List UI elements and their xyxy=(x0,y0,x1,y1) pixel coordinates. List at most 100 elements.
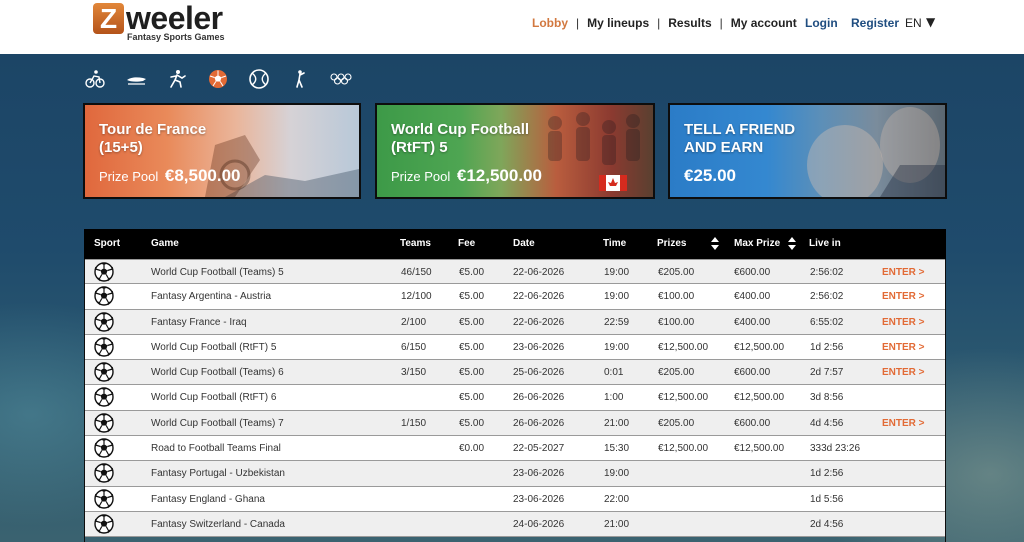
cell-date: 22-06-2026 xyxy=(513,267,565,278)
header-date[interactable]: Date xyxy=(513,229,535,259)
promo-world-cup-rtft[interactable]: World Cup Football (RtFT) 5 Prize Pool €… xyxy=(375,103,655,199)
cell-game[interactable]: Fantasy England - Ghana xyxy=(151,487,265,512)
cell-max-prize: €12,500.00 xyxy=(734,341,785,353)
prize-pool: Prize Pool €12,500.00 xyxy=(391,167,542,186)
athletics-icon[interactable] xyxy=(166,68,188,90)
enter-button[interactable]: ENTER > xyxy=(882,335,925,360)
enter-button[interactable]: ENTER > xyxy=(882,360,925,385)
cell-live-in: 1d 5:56 xyxy=(810,493,844,505)
nav-separator: | xyxy=(657,16,661,30)
nav-lobby[interactable]: Lobby xyxy=(532,15,568,31)
header-teams[interactable]: Teams xyxy=(400,229,431,259)
cell-fee: €5.00 xyxy=(459,291,485,303)
football-icon xyxy=(94,362,114,382)
cell-max-prize: €600.00 xyxy=(734,367,771,379)
nav-my-account[interactable]: My account xyxy=(731,15,797,31)
prize-pool-amount: €8,500.00 xyxy=(164,166,241,185)
tennis-icon[interactable] xyxy=(248,68,270,90)
table-row[interactable]: Road to Football Teams Final €0.00 22-05… xyxy=(84,436,946,462)
header-max-prize[interactable]: Max Prize xyxy=(734,229,780,259)
cell-teams: 1/150 xyxy=(401,417,427,429)
promo-tell-a-friend[interactable]: TELL A FRIEND AND EARN €25.00 xyxy=(668,103,947,199)
cell-date: 23-06-2026 xyxy=(513,341,565,353)
table-row[interactable]: Fantasy France - Iraq 2/100 €5.00 22-06-… xyxy=(84,309,946,335)
football-icon xyxy=(94,413,114,433)
cell-time: 21:00 xyxy=(604,518,630,530)
cell-prizes: €12,500.00 xyxy=(658,443,709,455)
table-row[interactable]: Fantasy Portugal - Uzbekistan 23-06-2026… xyxy=(84,461,946,487)
cell-game[interactable]: Fantasy France - Iraq xyxy=(151,310,247,335)
cell-live-in: 4d 4:56 xyxy=(810,417,844,429)
cell-time: 19:00 xyxy=(604,267,630,278)
header-sport[interactable]: Sport xyxy=(94,229,120,259)
football-icon[interactable] xyxy=(207,68,229,90)
cell-game[interactable]: Road to Football Teams Final xyxy=(151,436,281,461)
promo-tour-de-france[interactable]: Tour de France (15+5) Prize Pool €8,500.… xyxy=(83,103,361,199)
table-row[interactable]: World Cup Football (Teams) 6 3/150 €5.00… xyxy=(84,360,946,386)
speed-skating-icon[interactable] xyxy=(125,68,147,90)
header-game[interactable]: Game xyxy=(151,229,179,259)
prize-pool-label: Prize Pool xyxy=(99,169,159,184)
olympics-icon[interactable] xyxy=(330,68,352,90)
nav-results[interactable]: Results xyxy=(668,15,711,31)
table-row[interactable]: Fantasy Switzerland - Canada 24-06-2026 … xyxy=(84,511,946,538)
enter-button[interactable]: ENTER > xyxy=(882,260,925,285)
logo-tagline: Fantasy Sports Games xyxy=(127,32,225,42)
enter-button[interactable]: ENTER > xyxy=(882,310,925,335)
header-prizes[interactable]: Prizes xyxy=(657,229,686,259)
cell-game[interactable]: Fantasy Argentina - Austria xyxy=(151,284,271,309)
cell-date: 22-06-2026 xyxy=(513,316,565,328)
logo-mark: Z xyxy=(93,3,124,34)
sort-max-prize-icon[interactable] xyxy=(788,237,796,251)
enter-button[interactable]: ENTER > xyxy=(882,284,925,309)
football-icon xyxy=(94,337,114,357)
promo-title-line1: TELL A FRIEND xyxy=(684,121,796,138)
cell-fee: €5.00 xyxy=(459,341,485,353)
header-time[interactable]: Time xyxy=(603,229,626,259)
cell-live-in: 3d 8:56 xyxy=(810,392,844,404)
cell-fee: €5.00 xyxy=(459,267,485,278)
nav-my-lineups[interactable]: My lineups xyxy=(587,15,649,31)
cell-live-in: 1d 2:56 xyxy=(810,468,844,480)
enter-button[interactable]: ENTER > xyxy=(882,411,925,436)
table-row[interactable]: Fantasy Argentina - Austria 12/100 €5.00… xyxy=(84,284,946,310)
cell-live-in: 2d 7:57 xyxy=(810,367,844,379)
table-row[interactable]: World Cup Football (Teams) 5 46/150 €5.0… xyxy=(84,259,946,285)
nav-separator: | xyxy=(576,16,580,30)
register-link[interactable]: Register xyxy=(851,15,899,31)
cell-fee: €5.00 xyxy=(459,417,485,429)
sort-prizes-icon[interactable] xyxy=(711,237,719,251)
cell-game[interactable]: Fantasy Portugal - Uzbekistan xyxy=(151,461,285,486)
table-row[interactable]: World Cup Football (Teams) 7 1/150 €5.00… xyxy=(84,410,946,437)
cell-game[interactable]: World Cup Football (RtFT) 5 xyxy=(151,335,276,360)
chevron-down-icon[interactable]: ▼ xyxy=(926,14,935,30)
cell-game[interactable]: Fantasy Switzerland - Canada xyxy=(151,512,285,537)
cell-game[interactable]: World Cup Football (Teams) 6 xyxy=(151,360,284,385)
zweeler-logo[interactable]: Z weeler Fantasy Sports Games xyxy=(93,1,243,43)
cycling-icon[interactable] xyxy=(84,68,106,90)
cell-fee: €0.00 xyxy=(459,443,485,455)
table-row[interactable]: Fantasy England - Ghana 23-06-2026 22:00… xyxy=(84,486,946,512)
cell-game[interactable]: World Cup Football (Teams) 7 xyxy=(151,411,284,436)
table-row[interactable]: World Cup Football (RtFT) 6 €5.00 26-06-… xyxy=(84,385,946,411)
cell-game[interactable]: World Cup Football (Teams) 5 xyxy=(151,260,284,285)
login-link[interactable]: Login xyxy=(805,15,838,31)
football-icon xyxy=(94,438,114,458)
cell-date: 23-06-2026 xyxy=(513,493,565,505)
header-live-in[interactable]: Live in xyxy=(809,229,841,259)
cell-max-prize: €600.00 xyxy=(734,417,771,429)
header-fee[interactable]: Fee xyxy=(458,229,475,259)
cell-live-in: 333d 23:26 xyxy=(810,443,861,455)
cell-date: 23-06-2026 xyxy=(513,468,565,480)
cell-teams: 3/150 xyxy=(401,367,427,379)
football-icon xyxy=(94,262,114,282)
prize-pool: Prize Pool €8,500.00 xyxy=(99,167,241,186)
cell-game[interactable]: World Cup Football (RtFT) 6 xyxy=(151,385,276,410)
language-selector[interactable]: EN xyxy=(905,15,922,31)
cell-time: 22:59 xyxy=(604,316,630,328)
cell-max-prize: €400.00 xyxy=(734,316,771,328)
table-row[interactable]: World Cup Football (RtFT) 5 6/150 €5.00 … xyxy=(84,334,946,361)
golf-icon[interactable] xyxy=(289,68,311,90)
cell-time: 19:00 xyxy=(604,341,630,353)
cell-time: 19:00 xyxy=(604,291,630,303)
